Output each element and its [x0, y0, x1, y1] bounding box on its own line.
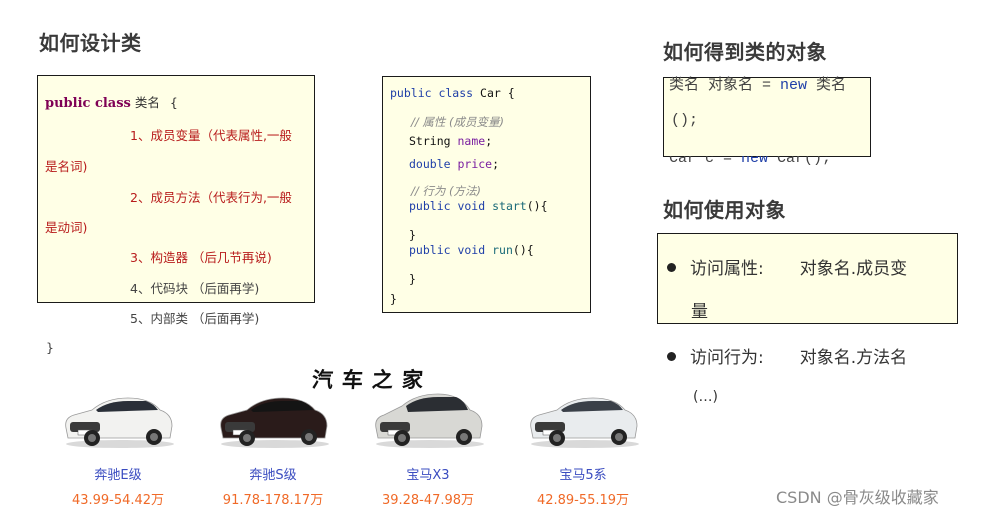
- car-card[interactable]: 奔驰S级 91.78-178.17万: [203, 388, 343, 508]
- bullet-access-attribute: 访问属性: 对象名.成员变: [667, 254, 907, 279]
- object-creation-syntax: 类名 对象名 = new 类名: [669, 73, 846, 94]
- car-card[interactable]: 宝马5系 42.89-55.19万: [513, 388, 653, 508]
- get-object-heading: 如何得到类的对象: [663, 40, 827, 64]
- car-price: 91.78-178.17万: [222, 493, 324, 508]
- class-name-placeholder: 类名: [134, 95, 160, 110]
- code-line-method-run-close: }: [409, 272, 416, 286]
- code-line-class-close: }: [390, 292, 397, 306]
- code-class-name: Car {: [480, 86, 515, 100]
- field-type: String: [409, 134, 451, 148]
- template-item-5: 5、内部类 （后面再学): [130, 311, 260, 326]
- syntax-part: 类名: [807, 77, 847, 94]
- template-item-1: 1、成员变量（代表属性,一般: [130, 128, 292, 143]
- car-image[interactable]: [213, 388, 333, 450]
- car-name-link[interactable]: 宝马5系: [513, 464, 653, 483]
- car-icon: [65, 397, 174, 448]
- bullet-value: 对象名.方法名: [799, 348, 908, 368]
- code-keyword: public class: [390, 86, 474, 100]
- comment-text: // 行为 (方法): [411, 184, 482, 198]
- template-item-4: 4、代码块 （后面再学): [130, 281, 260, 296]
- bullet-access-method-cont: (…): [693, 389, 718, 405]
- car-name-link[interactable]: 奔驰E级: [48, 464, 188, 483]
- design-class-heading: 如何设计类: [39, 31, 142, 55]
- code-line-field-name: String name;: [409, 134, 492, 148]
- code-comment-fields: // 属性 (成员变量): [411, 114, 504, 130]
- template-item-1-cont: 是名词): [45, 159, 88, 174]
- method-name: start: [492, 199, 527, 213]
- open-brace: {: [169, 95, 178, 110]
- car-card[interactable]: 宝马X3 39.28-47.98万: [358, 388, 498, 508]
- car-price: 43.99-54.42万: [71, 493, 165, 508]
- method-modifiers: public void: [409, 243, 486, 257]
- field-name: name: [457, 134, 486, 148]
- code-line-method-start-close: }: [409, 228, 416, 242]
- car-icon: [375, 393, 484, 448]
- code-line-class-decl: public class Car {: [390, 86, 515, 100]
- method-name: run: [492, 243, 513, 257]
- object-creation-syntax-cont: ();: [671, 112, 699, 129]
- car-card[interactable]: 奔驰E级 43.99-54.42万: [48, 388, 188, 508]
- bullet-access-attribute-cont: 量: [691, 302, 708, 322]
- bullet-icon: [667, 262, 676, 272]
- public-class-keyword: public class: [45, 96, 131, 111]
- bullet-icon: [667, 351, 676, 361]
- semicolon: ;: [485, 134, 493, 148]
- bullet-access-method: 访问行为: 对象名.方法名: [667, 343, 907, 368]
- method-modifiers: public void: [409, 199, 486, 213]
- semicolon: ;: [492, 157, 500, 171]
- code-line-field-price: double price;: [409, 157, 499, 171]
- template-item-2: 2、成员方法（代表行为,一般: [130, 190, 292, 205]
- class-template-header: public class 类名 {: [45, 92, 178, 111]
- code-line-method-run: public void run(){: [409, 243, 534, 257]
- car-price: 39.28-47.98万: [381, 493, 475, 508]
- car-image[interactable]: [523, 388, 643, 450]
- bullet-value: 对象名.成员变: [799, 259, 908, 279]
- method-parens: (){: [526, 199, 548, 213]
- code-line-method-start: public void start(){: [409, 199, 548, 213]
- method-parens: (){: [512, 243, 534, 257]
- car-name-link[interactable]: 奔驰S级: [203, 464, 343, 483]
- car-icon: [220, 397, 329, 448]
- bullet-label: 访问属性:: [690, 259, 764, 279]
- use-object-heading: 如何使用对象: [663, 198, 786, 222]
- comment-text: // 属性 (成员变量): [411, 115, 505, 129]
- close-brace: }: [46, 340, 54, 355]
- syntax-part: 类名 对象名 =: [669, 77, 781, 94]
- new-keyword: new: [780, 77, 808, 94]
- template-item-3: 3、构造器 （后几节再说): [130, 250, 272, 265]
- csdn-watermark: CSDN @骨灰级收藏家: [776, 488, 939, 507]
- car-price: 42.89-55.19万: [536, 493, 630, 508]
- field-type: double: [409, 157, 451, 171]
- code-comment-methods: // 行为 (方法): [411, 183, 481, 199]
- car-image[interactable]: [58, 388, 178, 450]
- car-name-link[interactable]: 宝马X3: [358, 464, 498, 483]
- car-icon: [530, 397, 639, 448]
- template-item-2-cont: 是动词): [45, 220, 88, 235]
- car-image[interactable]: [368, 388, 488, 450]
- field-name: price: [457, 157, 493, 171]
- bullet-label: 访问行为:: [690, 348, 764, 368]
